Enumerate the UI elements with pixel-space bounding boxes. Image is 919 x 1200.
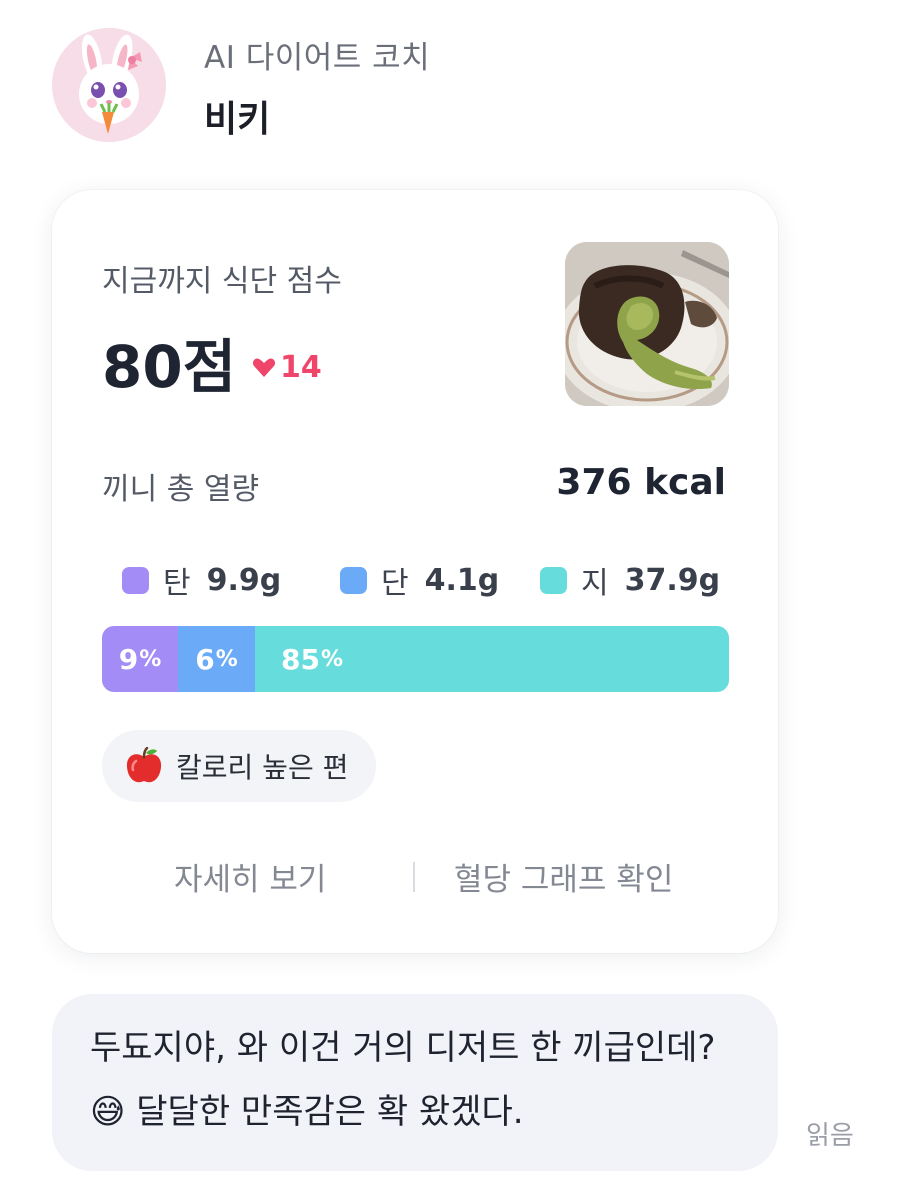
macro-carb-name: 탄 [163, 566, 191, 601]
view-details-button[interactable]: 자세히 보기 [174, 854, 326, 899]
macro-fat-name: 지 [581, 566, 609, 601]
message-text-part2: 달달한 만족감은 확 왔겠다. [136, 1092, 524, 1132]
ratio-segment-protein: 6% [178, 626, 255, 692]
macro-ratio-bar: 9% 6% 85% [102, 626, 729, 692]
message-text-part1: 두됴지야, 와 이건 거의 디저트 한 끼급인데? [90, 1028, 716, 1068]
chocolate-cake-photo [565, 242, 729, 406]
ratio-fat-unit: % [320, 646, 344, 672]
coach-name: 비키 [204, 99, 271, 140]
kcal-label: 끼니 총 열량 [102, 472, 260, 507]
macro-carb-amount: 9.9g [206, 562, 282, 598]
score-value: 80점 [102, 333, 237, 401]
macro-fat-amount: 37.9g [624, 562, 721, 598]
score-delta: 14 [252, 350, 322, 385]
heart-down-icon [252, 358, 276, 377]
glucose-graph-button[interactable]: 혈당 그래프 확인 [454, 854, 673, 899]
ratio-protein-unit: % [215, 646, 238, 672]
card-actions: 자세히 보기 혈당 그래프 확인 [52, 854, 778, 904]
read-status: 읽음 [806, 1121, 854, 1151]
chat-message-text: 두됴지야, 와 이건 거의 디저트 한 끼급인데? 😅 달달한 만족감은 확 왔… [90, 1016, 750, 1144]
food-photo[interactable] [565, 242, 729, 406]
coach-role: AI 다이어트 코치 [204, 40, 431, 76]
ratio-protein-value: 6 [195, 642, 215, 676]
macro-carb: 탄 9.9g [122, 558, 281, 602]
ratio-carb-value: 9 [118, 642, 139, 676]
carb-color-swatch [122, 566, 149, 594]
actions-divider [413, 862, 415, 892]
sweat-smile-emoji-icon: 😅 [90, 1092, 126, 1132]
ratio-carb-unit: % [139, 646, 162, 672]
ratio-segment-fat: 85% [255, 626, 729, 692]
macro-protein-name: 단 [381, 566, 409, 601]
fat-color-swatch [540, 566, 567, 594]
macro-protein-amount: 4.1g [424, 562, 500, 598]
macro-fat: 지 37.9g [540, 558, 720, 602]
ratio-segment-carb: 9% [102, 626, 178, 692]
protein-color-swatch [340, 566, 367, 594]
meal-analysis-card: 지금까지 식단 점수 80점 14 끼니 총 열량 376 kcal 탄 9.9… [52, 190, 778, 953]
apple-icon [126, 747, 162, 783]
ratio-fat-value: 85 [281, 642, 320, 676]
calorie-tag-label: 칼로리 높은 편 [176, 751, 349, 784]
bunny-avatar-icon [52, 28, 166, 142]
calorie-tag[interactable]: 칼로리 높은 편 [102, 730, 377, 802]
coach-avatar[interactable] [52, 28, 166, 142]
kcal-value: 376 kcal [556, 462, 726, 503]
score-delta-value: 14 [280, 350, 322, 385]
chat-message-bubble: 두됴지야, 와 이건 거의 디저트 한 끼급인데? 😅 달달한 만족감은 확 왔… [52, 994, 778, 1171]
score-label: 지금까지 식단 점수 [102, 264, 342, 299]
macro-protein: 단 4.1g [340, 558, 499, 602]
